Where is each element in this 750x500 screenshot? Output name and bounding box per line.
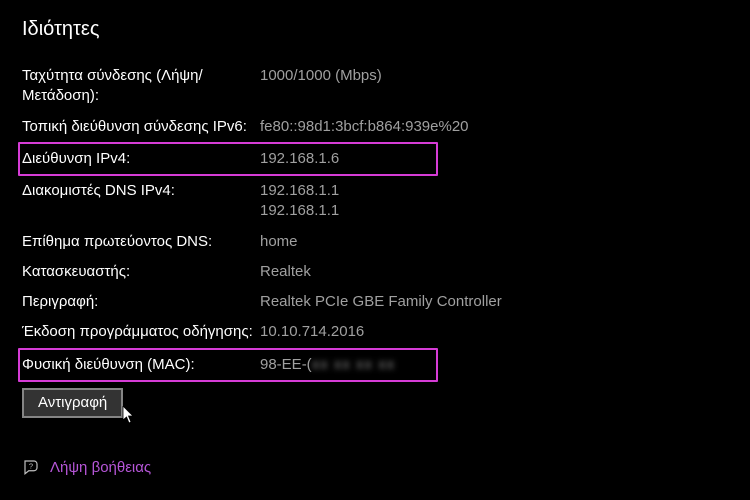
label-mac: Φυσική διεύθυνση (MAC):: [22, 355, 260, 375]
help-icon: ?: [22, 458, 40, 476]
value-vendor: Realtek: [260, 262, 311, 282]
mac-blurred: xx xx xx xx: [312, 355, 396, 375]
row-speed: Ταχύτητα σύνδεσης (Λήψη/Μετάδοση): 1000/…: [22, 61, 750, 112]
row-mac-highlighted: Φυσική διεύθυνση (MAC): 98-EE-(xx xx xx …: [18, 348, 438, 382]
copy-button[interactable]: Αντιγραφή: [22, 388, 123, 418]
row-driver: Έκδοση προγράμματος οδήγησης: 10.10.714.…: [22, 317, 750, 347]
value-suffix: home: [260, 232, 298, 252]
value-driver: 10.10.714.2016: [260, 322, 364, 342]
footer: ? Λήψη βοήθειας: [22, 458, 151, 476]
label-vendor: Κατασκευαστής:: [22, 262, 260, 282]
properties-panel: Ιδιότητες Ταχύτητα σύνδεσης (Λήψη/Μετάδο…: [0, 0, 750, 500]
value-speed: 1000/1000 (Mbps): [260, 66, 382, 86]
mouse-cursor-icon: [122, 406, 136, 424]
label-desc: Περιγραφή:: [22, 292, 260, 312]
row-ipv4-highlighted: Διεύθυνση IPv4: 192.168.1.6: [18, 142, 438, 176]
label-dns: Διακομιστές DNS IPv4:: [22, 181, 260, 201]
row-suffix: Επίθημα πρωτεύοντος DNS: home: [22, 227, 750, 257]
row-dns: Διακομιστές DNS IPv4: 192.168.1.1 192.16…: [22, 176, 750, 227]
label-suffix: Επίθημα πρωτεύοντος DNS:: [22, 232, 260, 252]
label-speed: Ταχύτητα σύνδεσης (Λήψη/Μετάδοση):: [22, 66, 260, 107]
mac-visible: 98-EE-(: [260, 356, 312, 373]
row-ipv6: Τοπική διεύθυνση σύνδεσης IPv6: fe80::98…: [22, 112, 750, 142]
row-vendor: Κατασκευαστής: Realtek: [22, 257, 750, 287]
label-ipv4: Διεύθυνση IPv4:: [22, 149, 260, 169]
value-mac: 98-EE-(xx xx xx xx: [260, 355, 395, 375]
value-ipv4: 192.168.1.6: [260, 149, 339, 169]
value-desc: Realtek PCIe GBE Family Controller: [260, 292, 502, 312]
label-driver: Έκδοση προγράμματος οδήγησης:: [22, 322, 260, 342]
help-link[interactable]: Λήψη βοήθειας: [50, 459, 151, 476]
page-title: Ιδιότητες: [22, 18, 750, 41]
label-ipv6: Τοπική διεύθυνση σύνδεσης IPv6:: [22, 117, 260, 137]
value-ipv6: fe80::98d1:3bcf:b864:939e%20: [260, 117, 469, 137]
value-dns: 192.168.1.1 192.168.1.1: [260, 181, 339, 222]
row-desc: Περιγραφή: Realtek PCIe GBE Family Contr…: [22, 287, 750, 317]
svg-text:?: ?: [29, 462, 33, 471]
